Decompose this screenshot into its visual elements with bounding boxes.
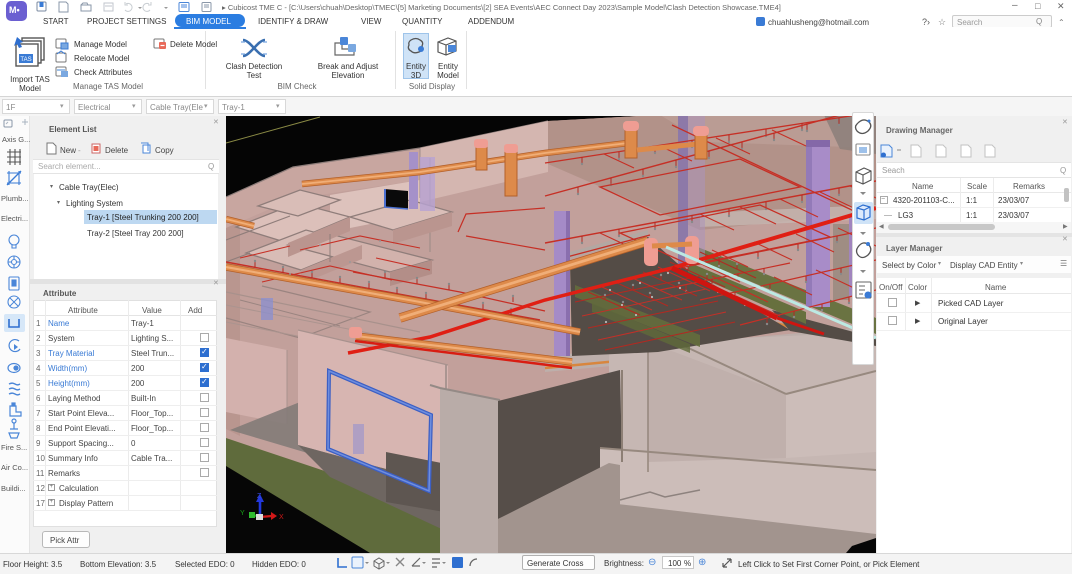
svg-text:Axis G...: Axis G...	[2, 135, 30, 144]
svg-text:Air Co...: Air Co...	[1, 463, 28, 472]
svg-text:Plumb...: Plumb...	[1, 194, 29, 203]
svg-text:Buildi...: Buildi...	[1, 484, 26, 493]
svg-text:Y: Y	[240, 510, 245, 517]
svg-text:X: X	[279, 514, 284, 521]
svg-text:Z: Z	[257, 493, 262, 500]
svg-text:Fire S...: Fire S...	[1, 443, 27, 452]
svg-text:TAS: TAS	[20, 57, 31, 63]
svg-text:Electri...: Electri...	[1, 214, 28, 223]
